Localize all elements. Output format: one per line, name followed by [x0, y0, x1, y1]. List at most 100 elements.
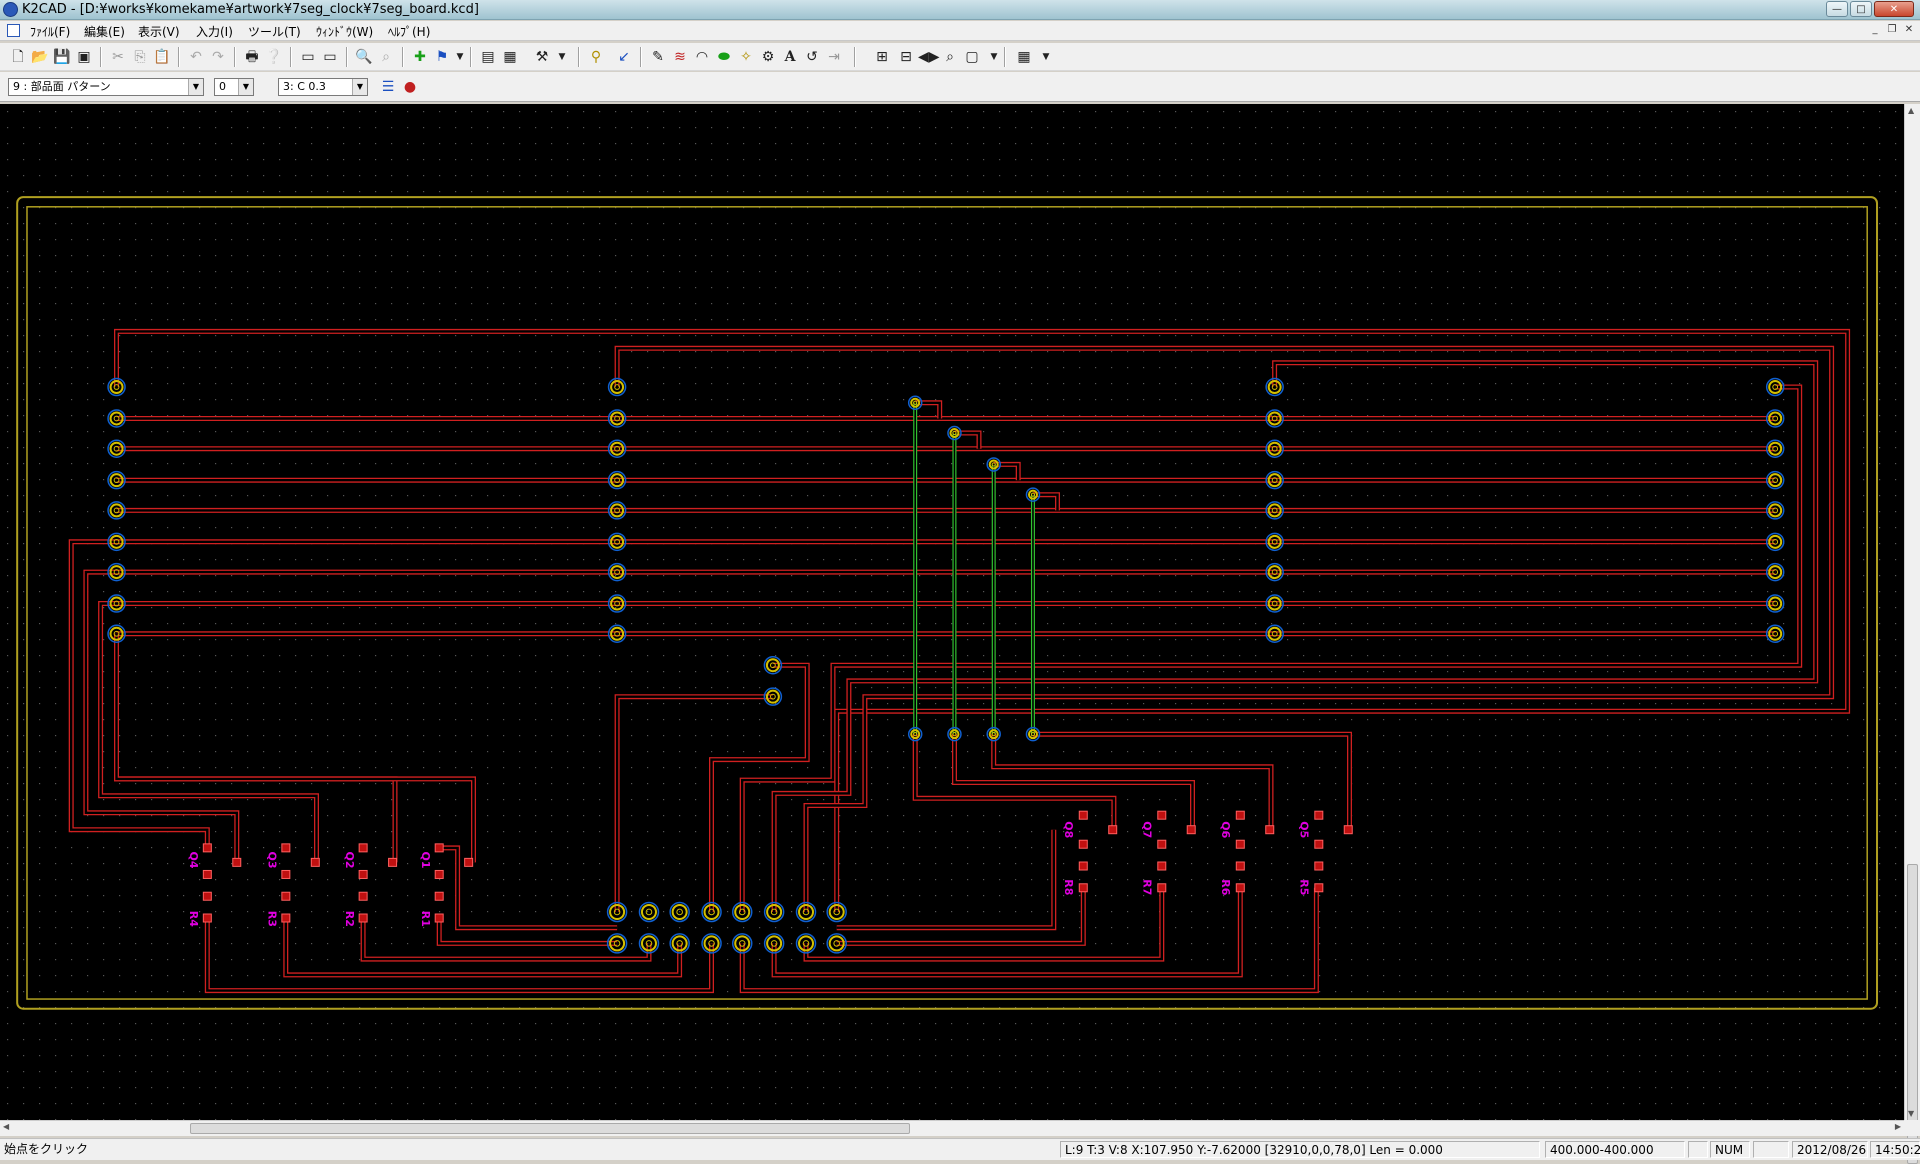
route-icon[interactable]: ↙	[614, 47, 634, 67]
horizontal-scroll-thumb[interactable]	[190, 1123, 910, 1134]
cut-icon[interactable]: ✂	[108, 47, 128, 67]
coil-icon[interactable]: ≋	[670, 47, 690, 67]
flip-icon[interactable]: ◀▶	[918, 47, 940, 67]
arrow-end-icon[interactable]: ⇥	[824, 47, 844, 67]
menu-tools[interactable]: ツール(T)	[248, 23, 301, 40]
print-icon[interactable]: 🖶	[242, 47, 262, 67]
menu-bar: ﾌｧｲﾙ(F) 編集(E) 表示(V) 入力(I) ツール(T) ｳｨﾝﾄﾞｳ(…	[0, 21, 1920, 41]
new-icon[interactable]: 🗋	[8, 47, 28, 67]
close-button[interactable]: ✕	[1874, 1, 1914, 17]
menu-window[interactable]: ｳｨﾝﾄﾞｳ(W)	[316, 23, 373, 40]
layer-select[interactable]: 9 : 部品面 パターン ▼	[8, 78, 204, 96]
layer-b-icon[interactable]: ▭	[320, 47, 340, 67]
resistor-label: R6	[1219, 879, 1232, 895]
vertical-scrollbar[interactable]: ▲ ▼	[1904, 104, 1920, 1164]
toolbar-separator	[290, 47, 292, 67]
menu-edit[interactable]: 編集(E)	[84, 23, 125, 40]
toolbar-separator	[1004, 47, 1006, 67]
horizontal-scrollbar[interactable]: ◀ ▶	[0, 1120, 1904, 1136]
chevron-down-icon[interactable]: ▼	[238, 79, 253, 95]
transistor-pad	[358, 869, 368, 879]
find-next-icon[interactable]: ⌕	[376, 47, 396, 67]
board-canvas[interactable]: Q4 R4 Q3 R3 Q2 R2 Q1 R1 Q8 R8 Q7 R7 Q6 R6 Q5 R5	[0, 104, 1904, 1120]
resistor-pad	[1078, 861, 1088, 871]
zoom-out-icon[interactable]: ⊟	[896, 47, 916, 67]
layers-icon[interactable]: ☰	[378, 77, 398, 97]
transistor-label: Q6	[1219, 821, 1232, 838]
transistor-pad	[1078, 839, 1088, 849]
arc-icon[interactable]: ◠	[692, 47, 712, 67]
menu-input[interactable]: 入力(I)	[196, 23, 233, 40]
via-icon[interactable]: ✧	[736, 47, 756, 67]
document-icon[interactable]	[7, 24, 20, 37]
scroll-down-icon[interactable]: ▼	[1908, 1109, 1914, 1118]
chevron-down-icon[interactable]: ▼	[450, 47, 470, 67]
help-icon[interactable]: ❔	[264, 47, 284, 67]
rect-icon[interactable]: ▢	[962, 47, 982, 67]
copy-icon[interactable]: ⎘	[130, 47, 150, 67]
chevron-down-icon[interactable]: ▼	[984, 47, 1004, 67]
save-icon[interactable]: 💾	[52, 47, 72, 67]
save-all-icon[interactable]: ▣	[74, 47, 94, 67]
status-date: 2012/08/26	[1792, 1141, 1868, 1158]
layer-button[interactable]: 0 ▼	[214, 78, 254, 96]
layer-a-icon[interactable]: ▭	[298, 47, 318, 67]
chevron-down-icon[interactable]: ▼	[1036, 47, 1056, 67]
add-part-icon[interactable]: ✚	[410, 47, 430, 67]
status-scale: 400.000-400.000	[1545, 1141, 1685, 1158]
scroll-up-icon[interactable]: ▲	[1908, 106, 1914, 115]
resistor-pad	[202, 913, 212, 923]
redo-icon[interactable]: ↷	[208, 47, 228, 67]
menu-file[interactable]: ﾌｧｲﾙ(F)	[30, 23, 70, 40]
scroll-left-icon[interactable]: ◀	[3, 1122, 9, 1131]
layer-button-value: 0	[219, 80, 226, 93]
pen-icon[interactable]: ✎	[648, 47, 668, 67]
toolbar-separator	[100, 47, 102, 67]
chevron-down-icon[interactable]: ▼	[352, 79, 367, 95]
flag-icon[interactable]: ⚑	[432, 47, 452, 67]
transistor-pad	[281, 843, 291, 853]
transistor-pad	[1314, 810, 1324, 820]
transistor-pad	[358, 843, 368, 853]
view-icon[interactable]: ▤	[478, 47, 498, 67]
maximize-button[interactable]: □	[1850, 1, 1872, 17]
pad-icon[interactable]: ⬬	[714, 47, 734, 67]
width-select[interactable]: 3: C 0.3 ▼	[278, 78, 368, 96]
menu-view[interactable]: 表示(V)	[138, 23, 180, 40]
board-view[interactable]: Q4 R4 Q3 R3 Q2 R2 Q1 R1 Q8 R8 Q7 R7 Q6 R6 Q5 R5	[0, 104, 1904, 1120]
open-icon[interactable]: 📂	[30, 47, 50, 67]
mdi-restore-button[interactable]: ❐	[1885, 23, 1899, 37]
resistor-label: R8	[1062, 879, 1075, 895]
mark-icon[interactable]: ⚙	[758, 47, 778, 67]
transistor-pad	[1157, 839, 1167, 849]
undo-icon[interactable]: ↶	[186, 47, 206, 67]
chevron-down-icon[interactable]: ▼	[552, 47, 572, 67]
transistor-label: Q2	[343, 851, 356, 868]
zoom-icon[interactable]: ⌕	[940, 47, 960, 67]
toolbar-separator	[178, 47, 180, 67]
hammer-icon[interactable]: ⚒	[532, 47, 552, 67]
menu-help[interactable]: ﾍﾙﾌﾟ(H)	[388, 23, 430, 40]
grid-icon[interactable]: ▦	[500, 47, 520, 67]
chevron-down-icon[interactable]: ▼	[188, 79, 203, 95]
toolbar-separator	[640, 47, 642, 67]
transistor-pad	[464, 857, 474, 867]
app-icon	[3, 2, 18, 17]
width-select-value: 3: C 0.3	[283, 80, 326, 93]
toolbar-separator	[234, 47, 236, 67]
loop-icon[interactable]: ↺	[802, 47, 822, 67]
text-icon[interactable]: A	[780, 47, 800, 67]
layer-select-value: 9 : 部品面 パターン	[13, 80, 111, 93]
table-icon[interactable]: ▦	[1014, 47, 1034, 67]
resistor-pad	[434, 913, 444, 923]
mdi-minimize-button[interactable]: _	[1868, 23, 1882, 37]
vertical-scroll-thumb[interactable]	[1907, 864, 1918, 1164]
color-icon[interactable]: ●	[400, 77, 420, 97]
probe-icon[interactable]: ⚲	[586, 47, 606, 67]
zoom-in-icon[interactable]: ⊞	[872, 47, 892, 67]
scroll-right-icon[interactable]: ▶	[1895, 1122, 1901, 1131]
find-icon[interactable]: 🔍	[354, 47, 374, 67]
mdi-close-button[interactable]: ✕	[1902, 23, 1916, 37]
minimize-button[interactable]: —	[1826, 1, 1848, 17]
paste-icon[interactable]: 📋	[152, 47, 172, 67]
